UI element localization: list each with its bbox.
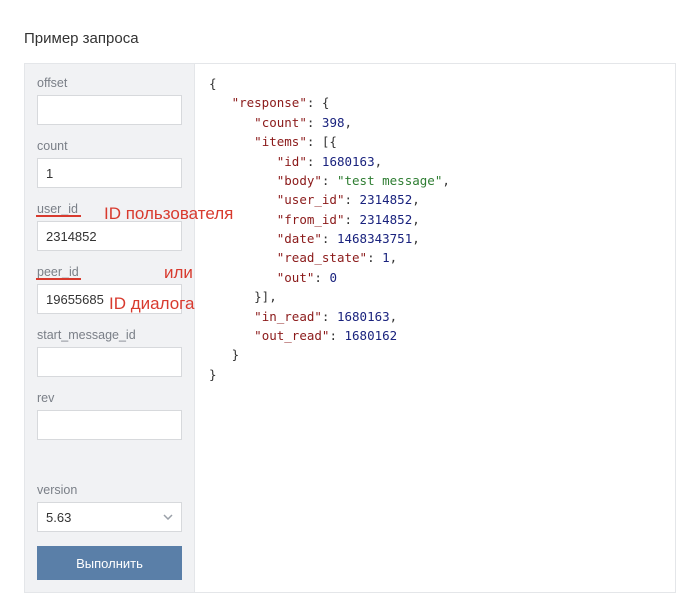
label-version: version	[37, 483, 182, 497]
input-start-message-id[interactable]	[37, 347, 182, 377]
field-rev: rev	[37, 391, 182, 440]
params-sidebar: offset count user_id peer_id start_messa…	[25, 64, 195, 592]
select-version-value: 5.63	[46, 510, 71, 525]
input-rev[interactable]	[37, 410, 182, 440]
input-user-id[interactable]	[37, 221, 182, 251]
label-rev: rev	[37, 391, 182, 405]
field-user-id: user_id	[37, 202, 182, 251]
field-start-message-id: start_message_id	[37, 328, 182, 377]
k-response: "response"	[232, 95, 307, 110]
input-count[interactable]	[37, 158, 182, 188]
chevron-down-icon	[163, 514, 173, 520]
example-panel: offset count user_id peer_id start_messa…	[24, 63, 676, 593]
label-peer-id: peer_id	[37, 265, 182, 279]
label-offset: offset	[37, 76, 182, 90]
field-version: version 5.63	[37, 483, 182, 532]
run-button[interactable]: Выполнить	[37, 546, 182, 580]
select-version[interactable]: 5.63	[37, 502, 182, 532]
label-count: count	[37, 139, 182, 153]
response-pane: { "response": { "count": 398, "items": […	[195, 64, 675, 592]
field-count: count	[37, 139, 182, 188]
input-peer-id[interactable]	[37, 284, 182, 314]
input-offset[interactable]	[37, 95, 182, 125]
label-start-message-id: start_message_id	[37, 328, 182, 342]
field-peer-id: peer_id	[37, 265, 182, 314]
label-user-id: user_id	[37, 202, 182, 216]
page-title: Пример запроса	[24, 30, 676, 47]
field-offset: offset	[37, 76, 182, 125]
